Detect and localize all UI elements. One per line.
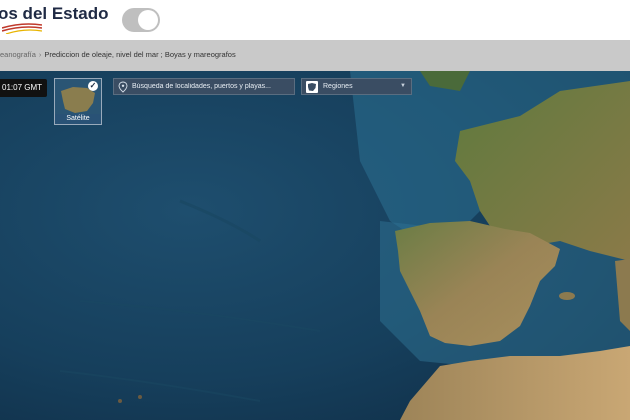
logo-swoosh-icon — [2, 23, 42, 34]
theme-toggle[interactable] — [122, 8, 160, 32]
search-input[interactable] — [132, 79, 292, 94]
location-pin-icon — [118, 81, 128, 93]
breadcrumb: eanografía › Prediccion de oleaje, nivel d… — [0, 50, 236, 59]
breadcrumb-item-oceanografia[interactable]: eanografía — [0, 50, 36, 59]
location-search[interactable] — [113, 78, 295, 95]
toggle-knob — [138, 10, 158, 30]
landmass-canaries — [138, 395, 142, 399]
spain-map-icon — [306, 81, 318, 93]
site-header: os del Estado — [0, 0, 630, 40]
chevron-down-icon: ▼ — [400, 83, 406, 89]
site-logo-text[interactable]: os del Estado — [0, 4, 109, 24]
selected-check-icon: ✓ — [88, 81, 98, 91]
breadcrumb-bar: eanografía › Prediccion de oleaje, nivel d… — [0, 40, 630, 71]
layer-label: Satélite — [55, 114, 101, 124]
layer-satellite-button[interactable]: ✓ Satélite — [54, 78, 102, 125]
regions-dropdown[interactable]: Regiones ▼ — [301, 78, 412, 95]
landmass-balearics — [559, 292, 575, 300]
landmass-canaries — [118, 399, 122, 403]
breadcrumb-separator: › — [38, 50, 42, 59]
breadcrumb-item-current: Prediccion de oleaje, nivel del mar ; Bo… — [44, 50, 236, 59]
time-badge: 01:07 GMT — [0, 79, 48, 97]
regions-label: Regiones — [323, 83, 353, 90]
